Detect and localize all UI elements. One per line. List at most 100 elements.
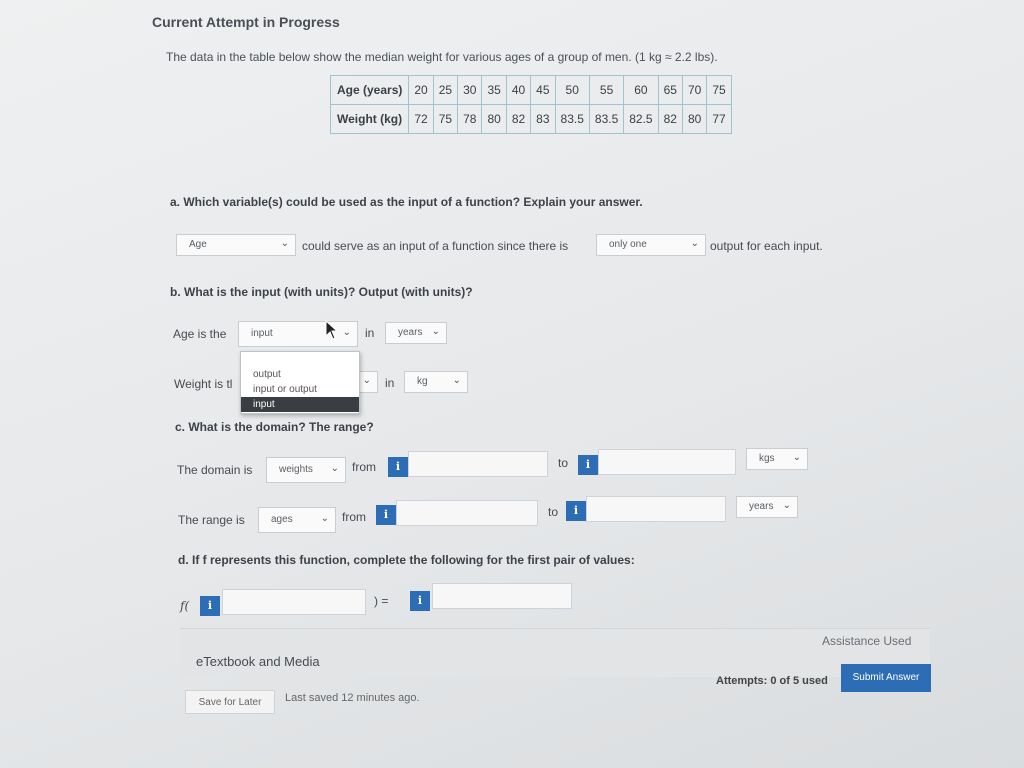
data-table: Age (years) 20 25 30 35 40 45 50 55 60 65 70 75 Wei… [329, 75, 732, 134]
row-label-weight: Weight (kg) [329, 104, 410, 134]
weight-cell: 82 [657, 104, 683, 134]
input-variable-value: Age [189, 239, 207, 250]
range-from-label: from [342, 510, 366, 524]
domain-variable-value: weights [279, 464, 313, 475]
age-role-select[interactable]: input ⌄ [238, 321, 358, 347]
age-cell: 65 [657, 75, 683, 105]
domain-unit-value: kgs [759, 453, 775, 464]
question-d: d. If f represents this function, comple… [178, 553, 635, 567]
weight-row: Weight (kg) 72 75 78 80 82 83 83.5 83.5 82.5 82 80… [329, 104, 732, 134]
domain-unit-select[interactable]: kgs ⌄ [746, 448, 808, 470]
chevron-down-icon: ⌄ [320, 513, 329, 524]
chevron-down-icon: ⌄ [330, 463, 339, 474]
chevron-down-icon: ⌄ [362, 375, 371, 386]
function-close-equals: ) = [374, 594, 389, 608]
mouse-pointer-icon [325, 320, 339, 340]
age-unit-value: years [398, 327, 423, 338]
weight-cell: 78 [457, 104, 483, 134]
age-unit-in: in [365, 326, 375, 340]
part-a-end-text: output for each input. [710, 239, 823, 253]
weight-role-prefix: Weight is tl [174, 377, 233, 391]
chevron-down-icon: ⌄ [690, 238, 699, 249]
question-c: c. What is the domain? The range? [175, 420, 374, 434]
weight-cell: 77 [706, 104, 732, 134]
range-prefix: The range is [178, 513, 245, 527]
weight-unit-in: in [385, 376, 395, 390]
save-for-later-button[interactable]: Save for Later [185, 690, 275, 714]
page-title: Current Attempt in Progress [152, 14, 340, 30]
etextbook-link[interactable]: eTextbook and Media [196, 654, 320, 669]
question-b: b. What is the input (with units)? Outpu… [170, 285, 473, 299]
weight-cell: 83.5 [554, 104, 590, 134]
weight-cell: 82 [505, 104, 532, 134]
age-row: Age (years) 20 25 30 35 40 45 50 55 60 65 70 75 [329, 75, 732, 105]
range-variable-value: ages [271, 514, 293, 525]
weight-cell: 83.5 [588, 104, 625, 134]
dropdown-option-input-or-output[interactable]: input or output [241, 382, 359, 397]
age-cell: 30 [457, 75, 483, 105]
submit-answer-button[interactable]: Submit Answer [841, 664, 931, 692]
attempts-counter: Attempts: 0 of 5 used [716, 675, 828, 687]
age-cell: 45 [530, 75, 556, 105]
input-variable-select[interactable]: Age ⌄ [176, 234, 296, 256]
info-icon[interactable]: i [566, 501, 586, 521]
weight-cell: 72 [408, 104, 434, 134]
weight-cell: 82.5 [623, 104, 659, 134]
range-unit-value: years [749, 501, 774, 512]
domain-to-label: to [558, 456, 569, 470]
weight-cell: 80 [681, 104, 708, 134]
chevron-down-icon: ⌄ [431, 326, 440, 337]
weight-cell: 83 [530, 104, 556, 134]
function-output-field[interactable] [432, 583, 572, 609]
dropdown-option-output[interactable]: output [241, 367, 359, 382]
range-to-label: to [548, 505, 559, 519]
function-input-field[interactable] [222, 589, 366, 615]
age-unit-select[interactable]: years ⌄ [385, 322, 447, 344]
question-a: a. Which variable(s) could be used as th… [170, 195, 643, 209]
output-count-select[interactable]: only one ⌄ [596, 234, 706, 256]
chevron-down-icon: ⌄ [342, 327, 351, 338]
chevron-down-icon: ⌄ [792, 452, 801, 463]
domain-from-label: from [352, 460, 376, 474]
role-dropdown-menu: output input or output input [240, 351, 360, 414]
range-start-input[interactable] [396, 500, 538, 526]
domain-end-input[interactable] [598, 449, 736, 475]
chevron-down-icon: ⌄ [452, 375, 461, 386]
dropdown-option-input[interactable]: input [241, 397, 359, 412]
intro-text: The data in the table below show the med… [166, 50, 718, 64]
saved-status: Last saved 12 minutes ago. [285, 692, 420, 704]
domain-prefix: The domain is [177, 463, 253, 477]
info-icon[interactable]: i [376, 505, 396, 525]
etextbook-bar [180, 628, 930, 677]
info-icon[interactable]: i [578, 455, 598, 475]
info-icon[interactable]: i [200, 596, 220, 616]
weight-cell: 75 [432, 104, 459, 134]
assistance-used-label: Assistance Used [822, 634, 912, 648]
chevron-down-icon: ⌄ [280, 238, 289, 249]
age-role-value: input [251, 328, 273, 339]
weight-unit-select[interactable]: kg ⌄ [404, 371, 468, 393]
range-unit-select[interactable]: years ⌄ [736, 496, 798, 518]
info-icon[interactable]: i [410, 591, 430, 611]
range-end-input[interactable] [586, 496, 726, 522]
part-a-middle-text: could serve as an input of a function si… [302, 239, 569, 253]
domain-variable-select[interactable]: weights ⌄ [266, 457, 346, 483]
age-role-prefix: Age is the [173, 327, 227, 341]
age-cell: 70 [681, 75, 708, 105]
age-cell: 75 [706, 75, 732, 105]
range-variable-select[interactable]: ages ⌄ [258, 507, 336, 533]
age-cell: 55 [588, 75, 625, 105]
age-cell: 35 [481, 75, 507, 105]
domain-start-input[interactable] [408, 451, 548, 477]
output-count-value: only one [609, 239, 647, 250]
info-icon[interactable]: i [388, 457, 408, 477]
chevron-down-icon: ⌄ [782, 500, 791, 511]
weight-role-select[interactable]: ⌄ [358, 371, 378, 393]
age-cell: 50 [554, 75, 590, 105]
age-cell: 40 [505, 75, 532, 105]
row-label-age: Age (years) [329, 75, 410, 105]
age-cell: 25 [432, 75, 459, 105]
weight-cell: 80 [481, 104, 507, 134]
age-cell: 60 [623, 75, 659, 105]
age-cell: 20 [408, 75, 434, 105]
